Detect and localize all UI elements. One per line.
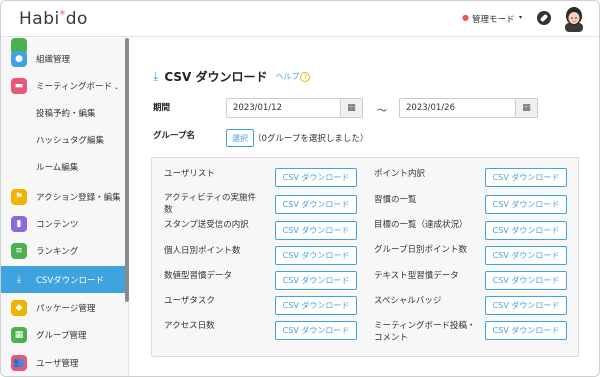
download-panel: ユーザリスト CSV ダウンロード アクティビティの実施件数 CSV ダウンロー…: [151, 157, 579, 357]
csv-download-button[interactable]: CSV ダウンロード: [275, 195, 357, 214]
csv-download-button[interactable]: CSV ダウンロード: [485, 296, 567, 315]
sidebar-item-ranking[interactable]: ≡ ランキング: [1, 237, 125, 264]
sidebar-item-room[interactable]: ルーム編集: [1, 153, 125, 180]
sidebar: ● 組織管理 ▬ ミーティングボード ⌄ 投稿予約・編集 ハッシュタグ編集 ルーム…: [1, 38, 129, 376]
csv-download-button[interactable]: CSV ダウンロード: [275, 168, 357, 187]
sidebar-item-hashtag[interactable]: ハッシュタグ編集: [1, 126, 125, 153]
item-label: スタンプ送受信の内訳: [164, 220, 249, 230]
calendar-icon[interactable]: ▦: [516, 98, 538, 118]
help-link[interactable]: ヘルプ?: [275, 71, 311, 82]
layers-icon: ◆: [11, 299, 27, 316]
csv-download-button[interactable]: CSV ダウンロード: [275, 221, 357, 240]
date-to-input[interactable]: 2023/01/26: [399, 98, 516, 118]
item-label: スペシャルバッジ: [374, 296, 442, 306]
mode-dot-icon: ●: [462, 13, 469, 22]
item-label: 数値型習慣データ: [164, 271, 233, 281]
sidebar-item-csv-download[interactable]: ⤓ CSVダウンロード: [1, 266, 125, 293]
csv-download-button[interactable]: CSV ダウンロード: [275, 246, 357, 265]
book-icon: ▮: [11, 215, 27, 232]
range-separator: ～: [377, 106, 387, 117]
download-icon: ⤓: [17, 274, 21, 285]
csv-download-button[interactable]: CSV ダウンロード: [485, 271, 567, 290]
item-label: ユーザリスト: [164, 169, 215, 179]
period-label: 期間: [153, 103, 171, 113]
csv-download-button[interactable]: CSV ダウンロード: [485, 168, 567, 187]
item-label: ポイント内訳: [374, 169, 426, 179]
sidebar-item-action[interactable]: ⚑ アクション登録・編集: [1, 183, 125, 210]
sidebar-item-package[interactable]: ◆ パッケージ管理: [1, 294, 125, 321]
csv-download-button[interactable]: CSV ダウンロード: [275, 296, 357, 315]
sidebar-item-meeting-board[interactable]: ▬ ミーティングボード ⌄: [1, 72, 125, 99]
csv-download-button[interactable]: CSV ダウンロード: [485, 246, 567, 265]
item-label: ユーザタスク: [164, 296, 215, 306]
item-label: 習慣の一覧: [374, 195, 417, 205]
flag-icon: ⚑: [11, 188, 27, 205]
sidebar-item-org[interactable]: ● 組織管理: [1, 45, 125, 72]
item-label: アクセス日数: [164, 321, 215, 331]
csv-download-button[interactable]: CSV ダウンロード: [485, 321, 567, 340]
calendar-icon[interactable]: ▦: [341, 98, 363, 118]
chevron-down-icon: ⌄: [114, 83, 120, 91]
item-label: ミーティングボード投稿・コメント: [374, 321, 476, 343]
group-select-button[interactable]: 選択: [226, 129, 254, 147]
item-label: 個人日別ポイント数: [164, 246, 241, 256]
download-icon: ⤓: [153, 69, 159, 83]
mode-selector[interactable]: 管理モード: [472, 13, 515, 25]
csv-download-button[interactable]: CSV ダウンロード: [485, 221, 567, 240]
csv-download-button[interactable]: CSV ダウンロード: [485, 195, 567, 214]
csv-download-button[interactable]: CSV ダウンロード: [275, 321, 357, 340]
item-label: グループ日別ポイント数: [374, 245, 467, 255]
help-icon: ?: [300, 72, 311, 82]
org-icon: ●: [11, 50, 27, 67]
chat-icon: ▬: [11, 77, 27, 94]
sidebar-item-post-schedule[interactable]: 投稿予約・編集: [1, 99, 125, 126]
main-content: ⤓ CSV ダウンロード ヘルプ? 期間 2023/01/12 ▦ ～ 2023…: [141, 51, 589, 376]
grid-icon: ▦: [11, 326, 27, 343]
list-icon: ≡: [11, 242, 27, 259]
avatar[interactable]: [563, 5, 585, 32]
item-label: テキスト型習慣データ: [374, 271, 459, 281]
page-title: CSV ダウンロード: [164, 70, 268, 84]
group-label: グループ名: [153, 131, 195, 141]
csv-download-button[interactable]: CSV ダウンロード: [275, 271, 357, 290]
compass-icon[interactable]: [537, 11, 551, 25]
group-selection-note: （0グループを選択しました）: [253, 134, 369, 144]
sidebar-item-group[interactable]: ▦ グループ管理: [1, 321, 125, 348]
users-icon: 👥: [11, 354, 27, 371]
date-from-input[interactable]: 2023/01/12: [226, 98, 341, 118]
item-label: アクティビティの実施件数: [164, 193, 257, 215]
sidebar-item-contents[interactable]: ▮ コンテンツ: [1, 210, 125, 237]
top-header: Habi*do ● 管理モード ▾: [1, 1, 599, 37]
habido-logo[interactable]: Habi*do: [19, 8, 88, 29]
chevron-down-icon[interactable]: ▾: [519, 14, 522, 21]
sidebar-item-users[interactable]: 👥 ユーザ管理: [1, 349, 125, 376]
item-label: 目標の一覧（達成状況）: [374, 220, 468, 230]
app-window: Habi*do ● 管理モード ▾ ● 組織管理 ▬ ミーティングボード ⌄ 投稿…: [0, 0, 600, 377]
sidebar-scrollbar[interactable]: [125, 38, 129, 302]
page-header: ⤓ CSV ダウンロード ヘルプ?: [153, 68, 311, 85]
